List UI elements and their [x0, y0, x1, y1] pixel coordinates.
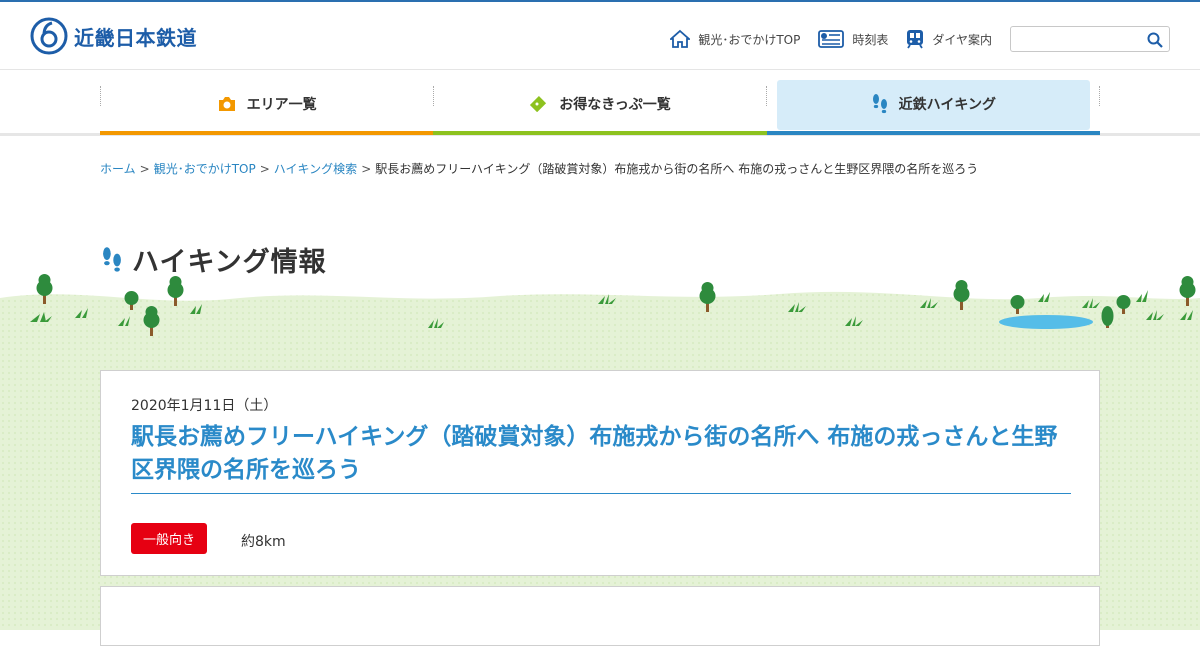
util-link-label: 時刻表	[852, 32, 889, 47]
event-title: 駅長お薦めフリーハイキング（踏破賞対象）布施戎から街の名所へ 布施の戎っさんと生…	[131, 421, 1071, 494]
home-icon	[670, 29, 691, 48]
train-icon	[907, 30, 924, 49]
nav-divider	[433, 86, 434, 106]
footprints-icon	[872, 94, 887, 114]
util-link-sightseeing-top[interactable]: 観光･おでかけTOP	[670, 29, 800, 49]
breadcrumb-separator: >	[259, 162, 270, 176]
gnav-label: お得なきっぷ一覧	[559, 97, 671, 113]
search-box	[1010, 26, 1170, 52]
breadcrumb-link-sightseeing-top[interactable]: 観光･おでかけTOP	[154, 162, 256, 176]
event-date: 2020年1月11日（土）	[131, 398, 278, 414]
search-input[interactable]	[1011, 27, 1139, 51]
timetable-icon	[818, 30, 845, 48]
difficulty-badge: 一般向き	[131, 523, 207, 554]
hiking-event-card: 2020年1月11日（土） 駅長お薦めフリーハイキング（踏破賞対象）布施戎から街…	[100, 370, 1100, 576]
nav-bar-hiking	[766, 131, 1100, 135]
util-link-label: 観光･おでかけTOP	[698, 32, 801, 47]
nav-bar-area	[100, 131, 434, 135]
util-link-timetable[interactable]: 時刻表	[818, 29, 888, 49]
kintetsu-logo-icon	[30, 17, 68, 55]
breadcrumb-current: 駅長お薦めフリーハイキング（踏破賞対象）布施戎から街の名所へ 布施の戎っさんと生…	[375, 162, 979, 176]
utility-nav: 観光･おでかけTOP 時刻表 ダイヤ案内	[670, 26, 1170, 52]
page-heading: ハイキング情報	[132, 247, 327, 278]
nav-bar-tickets	[433, 131, 767, 135]
logo-text: 近畿日本鉄道	[74, 25, 197, 50]
nav-color-bars	[100, 131, 1100, 135]
event-detail-card	[100, 586, 1100, 646]
page-title: ハイキング情報	[100, 240, 327, 279]
breadcrumb-link-home[interactable]: ホーム	[100, 162, 136, 176]
ticket-icon	[530, 96, 547, 112]
breadcrumb: ホーム > 観光･おでかけTOP > ハイキング検索 > 駅長お薦めフリーハイキング（踏破賞…	[100, 160, 978, 177]
camera-icon	[218, 97, 235, 111]
nav-divider	[766, 86, 767, 106]
event-distance: 約8km	[241, 534, 286, 550]
site-header: 近畿日本鉄道 観光･おでかけTOP 時刻表 ダイヤ案内	[0, 2, 1200, 70]
gnav-label: エリア一覧	[246, 97, 317, 113]
footprints-icon	[103, 246, 121, 272]
util-link-diagram-guide[interactable]: ダイヤ案内	[906, 29, 992, 49]
breadcrumb-separator: >	[361, 162, 372, 176]
global-nav: エリア一覧 お得なきっぷ一覧 近鉄ハイキング	[0, 70, 1200, 146]
nav-divider	[1099, 86, 1100, 106]
nav-divider	[100, 86, 101, 106]
search-icon[interactable]	[1147, 32, 1163, 48]
breadcrumb-separator: >	[139, 162, 150, 176]
site-logo[interactable]: 近畿日本鉄道	[30, 17, 197, 55]
util-link-label: ダイヤ案内	[932, 32, 992, 47]
breadcrumb-link-hiking-search[interactable]: ハイキング検索	[274, 162, 357, 176]
gnav-label: 近鉄ハイキング	[898, 97, 996, 113]
